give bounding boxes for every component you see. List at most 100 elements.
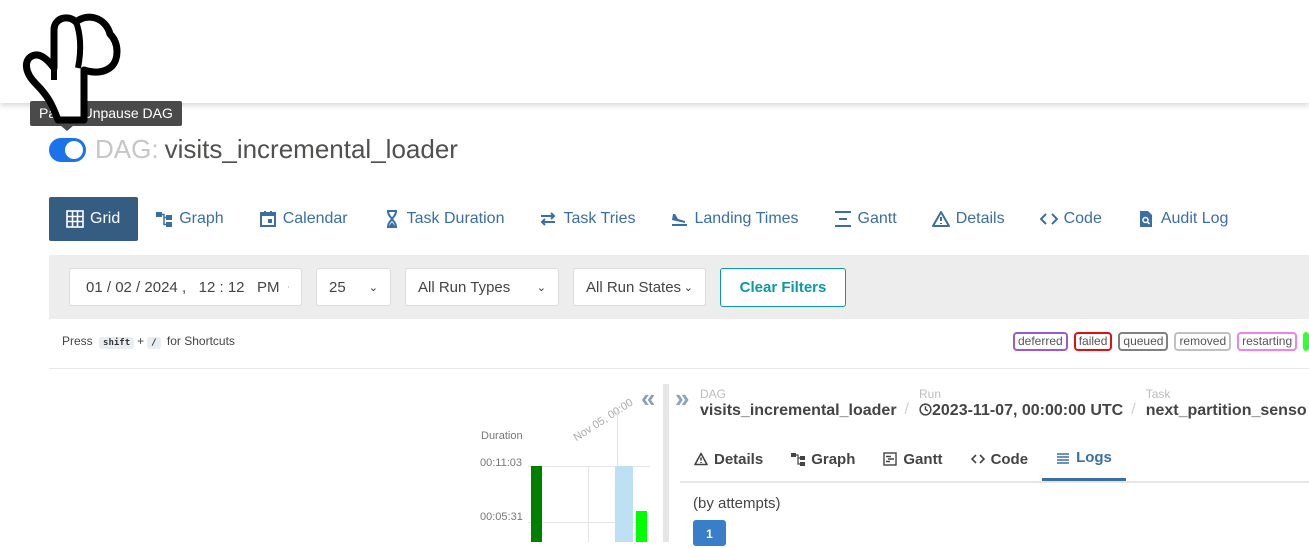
- landing-icon: [670, 210, 688, 228]
- detail-tab-label: Gantt: [903, 450, 943, 468]
- duration-tick: 00:05:31: [480, 511, 523, 523]
- detail-tab-code[interactable]: Code: [957, 437, 1043, 481]
- legend-next-partial[interactable]: [1303, 332, 1309, 351]
- run-value: 2023-11-07, 00:00:00 UTC: [932, 402, 1124, 419]
- tab-label: Audit Log: [1160, 210, 1229, 227]
- detail-tab-details[interactable]: Details: [680, 437, 777, 481]
- run-bar-selected[interactable]: [615, 466, 633, 542]
- code-icon: [1039, 210, 1058, 228]
- graph-icon: [155, 210, 173, 228]
- run-type-select[interactable]: All Run Types ⌄: [405, 268, 559, 306]
- date-day[interactable]: 02: [115, 279, 132, 296]
- attempt-button[interactable]: 1: [693, 520, 726, 546]
- filter-bar: 01 / 02 / 2024 , 12 : 12 PM 25 ⌄ All Run…: [49, 255, 1309, 319]
- code-icon: [970, 452, 985, 466]
- view-tabs: Grid Graph Calendar Task Duration Task T…: [49, 197, 1246, 241]
- date-ampm[interactable]: PM: [257, 279, 280, 296]
- date-hour[interactable]: 12: [199, 279, 216, 296]
- grid-icon: [66, 210, 84, 228]
- expand-details-icon[interactable]: »: [675, 383, 689, 414]
- detail-tab-label: Graph: [811, 450, 856, 468]
- legend-restarting[interactable]: restarting: [1237, 332, 1298, 351]
- retry-icon: [539, 210, 557, 228]
- tab-label: Task Duration: [406, 210, 505, 227]
- tab-task-duration[interactable]: Task Duration: [366, 197, 523, 241]
- base-date-input[interactable]: 01 / 02 / 2024 , 12 : 12 PM: [69, 268, 302, 306]
- list-icon: [1056, 451, 1070, 465]
- num-runs-value: 25: [329, 278, 346, 296]
- date-minute[interactable]: 12: [228, 279, 245, 296]
- collapse-grid-icon[interactable]: «: [641, 383, 655, 414]
- resize-divider[interactable]: [663, 384, 669, 542]
- gantt-icon: [883, 452, 898, 466]
- hourglass-icon: [383, 210, 401, 228]
- tab-calendar[interactable]: Calendar: [242, 197, 366, 241]
- crumb-separator: /: [904, 401, 909, 418]
- detail-tab-label: Details: [714, 450, 764, 468]
- shortcut-hint: Press shift + / for Shortcuts: [62, 334, 235, 349]
- divider-line: [49, 368, 1309, 369]
- run-bar-running[interactable]: [636, 511, 647, 542]
- toggle-knob: [65, 141, 83, 159]
- detail-tab-graph[interactable]: Graph: [777, 437, 869, 481]
- crumb-task[interactable]: Task next_partition_senso: [1146, 388, 1307, 421]
- crumb-separator: /: [1131, 401, 1136, 418]
- calendar-icon: [259, 210, 277, 228]
- legend-queued[interactable]: queued: [1118, 332, 1169, 351]
- date-month[interactable]: 01: [86, 279, 103, 296]
- run-date-tick: Nov 05, 00:00: [571, 396, 636, 444]
- crumb-run[interactable]: Run 2023-11-07, 00:00:00 UTC: [919, 388, 1123, 421]
- breadcrumb: DAG visits_incremental_loader / Run 2023…: [700, 388, 1309, 421]
- detail-tab-gantt[interactable]: Gantt: [869, 437, 956, 481]
- detail-tab-label: Code: [990, 450, 1029, 468]
- tab-audit-log[interactable]: Audit Log: [1120, 197, 1247, 241]
- num-runs-select[interactable]: 25 ⌄: [316, 268, 391, 306]
- by-attempts-label: (by attempts): [693, 495, 781, 512]
- detail-tab-label: Logs: [1076, 449, 1112, 466]
- legend-removed[interactable]: removed: [1174, 332, 1232, 351]
- calendar-picker-icon[interactable]: [287, 279, 289, 295]
- clock-icon: [919, 403, 932, 416]
- run-state-value: All Run States: [586, 278, 682, 296]
- tab-details[interactable]: Details: [915, 197, 1023, 241]
- top-navbar: [0, 0, 1309, 103]
- warning-triangle-icon: [931, 210, 950, 228]
- shortcut-press: Press: [62, 334, 93, 348]
- tab-graph[interactable]: Graph: [138, 197, 241, 241]
- crumb-label: DAG: [700, 387, 727, 401]
- tab-task-tries[interactable]: Task Tries: [522, 197, 653, 241]
- pause-toggle[interactable]: [49, 138, 86, 162]
- run-bar-success[interactable]: [531, 466, 542, 542]
- chevron-down-icon: ⌄: [536, 281, 546, 294]
- detail-tab-logs[interactable]: Logs: [1042, 437, 1126, 481]
- detail-tabs: Details Graph Gantt Code Logs: [680, 437, 1309, 483]
- tab-label: Calendar: [282, 210, 348, 227]
- tab-grid[interactable]: Grid: [49, 197, 139, 241]
- run-type-value: All Run Types: [418, 278, 511, 296]
- tab-code[interactable]: Code: [1023, 197, 1120, 241]
- crumb-dag[interactable]: DAG visits_incremental_loader: [700, 388, 897, 421]
- kbd-shift: shift: [99, 337, 135, 349]
- run-state-select[interactable]: All Run States ⌄: [573, 268, 706, 306]
- tab-label: Landing Times: [694, 210, 799, 227]
- tab-label: Gantt: [857, 210, 897, 227]
- kbd-slash: /: [147, 337, 161, 349]
- audit-doc-icon: [1137, 210, 1155, 228]
- warning-triangle-icon: [694, 452, 708, 466]
- duration-axis-label: Duration: [481, 430, 523, 442]
- crumb-label: Task: [1145, 387, 1171, 401]
- tab-gantt[interactable]: Gantt: [817, 197, 915, 241]
- dag-prefix: DAG:: [95, 134, 159, 164]
- date-year[interactable]: 2024: [144, 279, 177, 296]
- grid-vline: [588, 466, 589, 542]
- page-title: DAG: visits_incremental_loader: [95, 133, 458, 165]
- clear-filters-button[interactable]: Clear Filters: [720, 268, 846, 307]
- shortcut-plus: +: [137, 334, 145, 348]
- crumb-label: Run: [919, 387, 942, 401]
- legend-deferred[interactable]: deferred: [1013, 332, 1068, 351]
- dag-name: visits_incremental_loader: [164, 134, 458, 164]
- tab-landing-times[interactable]: Landing Times: [653, 197, 816, 241]
- hand-pointer-cursor-icon: [23, 13, 121, 124]
- legend-failed[interactable]: failed: [1073, 332, 1113, 351]
- state-legend: deferred failed queued removed restartin…: [1013, 332, 1309, 351]
